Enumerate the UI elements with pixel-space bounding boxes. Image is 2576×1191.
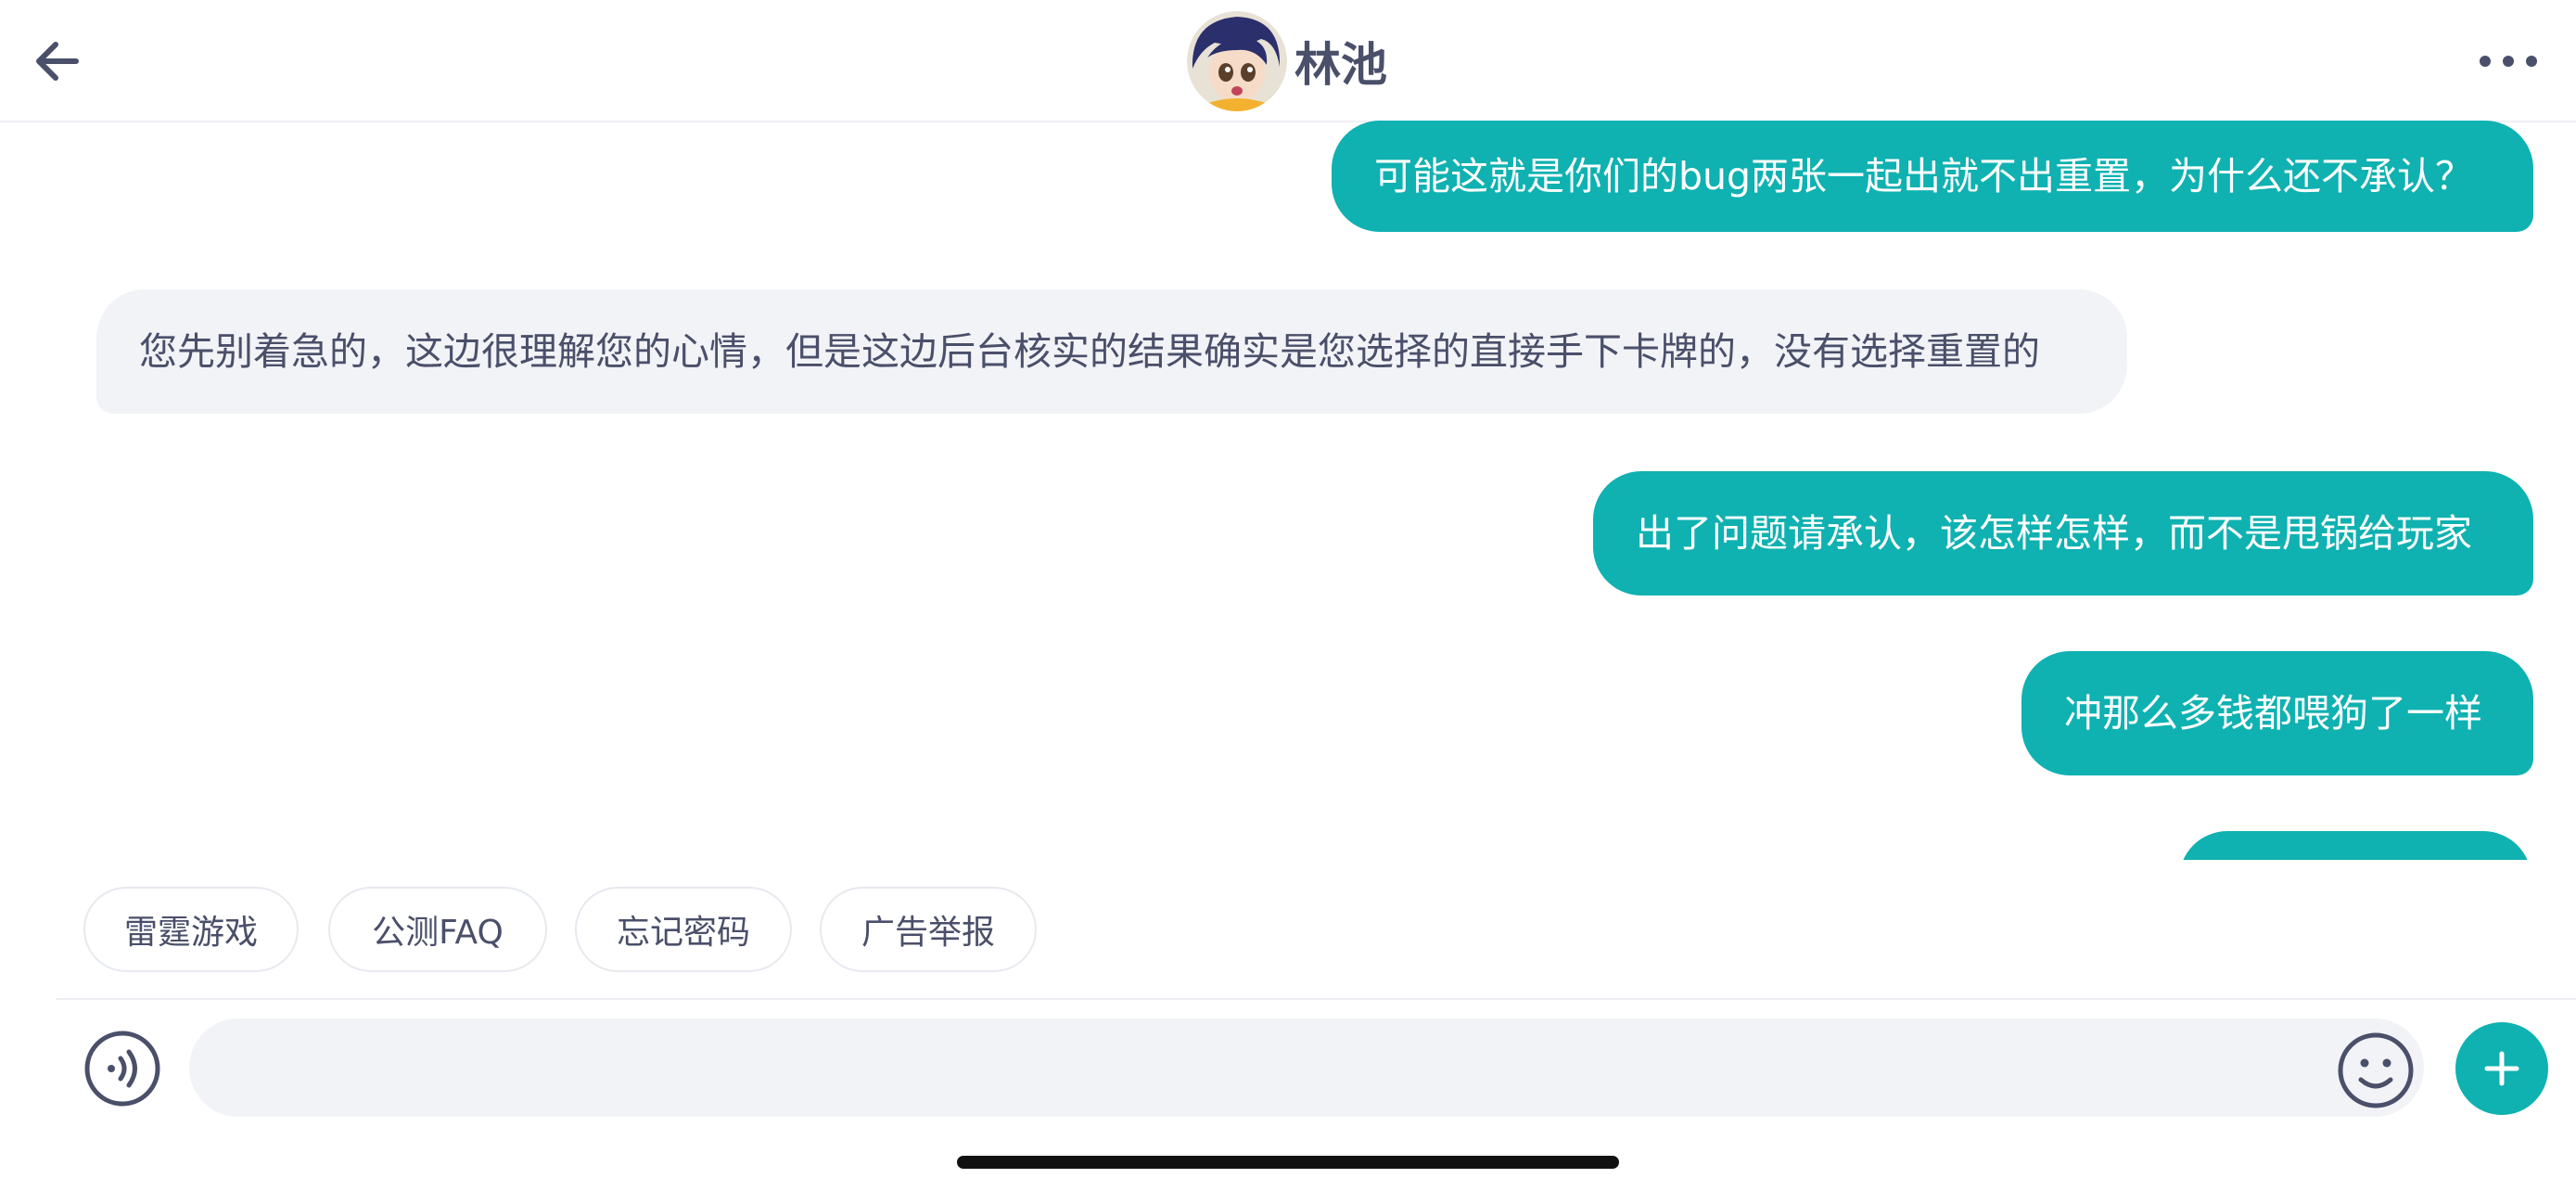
message-input[interactable] (189, 1018, 2424, 1117)
message-text: 冲那么多钱都喂狗了一样 (2064, 690, 2482, 736)
emoji-button[interactable] (2337, 1031, 2415, 1109)
chat-title-group: 林池 (1187, 9, 1387, 113)
quick-reply-chip[interactable]: 雷霆游戏 (83, 887, 299, 972)
voice-input-button[interactable] (83, 1030, 161, 1108)
avatar[interactable] (1187, 11, 1287, 111)
message-list[interactable]: 可能这就是你们的bug两张一起出就不出重置，为什么还不承认？ 您先别着急的，这边… (0, 121, 2576, 860)
incoming-message[interactable]: 您先别着急的，这边很理解您的心情，但是这边后台核实的结果确实是您选择的直接手下卡… (96, 289, 2127, 414)
outgoing-message[interactable]: 可能这就是你们的bug两张一起出就不出重置，为什么还不承认？ (1332, 121, 2533, 232)
arrow-left-icon (36, 42, 79, 81)
page-title: 林池 (1294, 38, 1387, 92)
contact-avatar (1187, 11, 1287, 111)
more-options-button[interactable] (2467, 33, 2550, 89)
message-text: 出了问题请承认，该怎样怎样，而不是甩锅给玩家 (1636, 510, 2472, 556)
outgoing-message[interactable]: 冲那么多钱都喂狗了一样 (2021, 651, 2533, 775)
more-horizontal-icon (2480, 56, 2537, 67)
quick-reply-chip[interactable]: 广告举报 (820, 887, 1037, 972)
plus-icon (2484, 1051, 2519, 1086)
message-text: 可能这就是你们的bug两张一起出就不出重置，为什么还不承认？ (1374, 153, 2474, 198)
back-button[interactable] (20, 24, 95, 98)
chat-header: 林池 (0, 0, 2576, 122)
quick-reply-chip[interactable]: 公测FAQ (328, 887, 547, 972)
add-attachment-button[interactable] (2455, 1022, 2548, 1115)
voice-input-icon (84, 1031, 160, 1107)
message-text: 您先别着急的，这边很理解您的心情，但是这边后台核实的结果确实是您选择的直接手下卡… (139, 328, 2040, 374)
quick-reply-chip[interactable]: 忘记密码 (575, 887, 792, 972)
outgoing-message[interactable]: 出了问题请承认，该怎样怎样，而不是甩锅给玩家 (1593, 471, 2533, 596)
home-indicator[interactable] (957, 1156, 1619, 1169)
divider (56, 998, 2576, 1000)
emoji-icon (2338, 1032, 2414, 1108)
outgoing-message-partial[interactable] (2179, 831, 2531, 860)
